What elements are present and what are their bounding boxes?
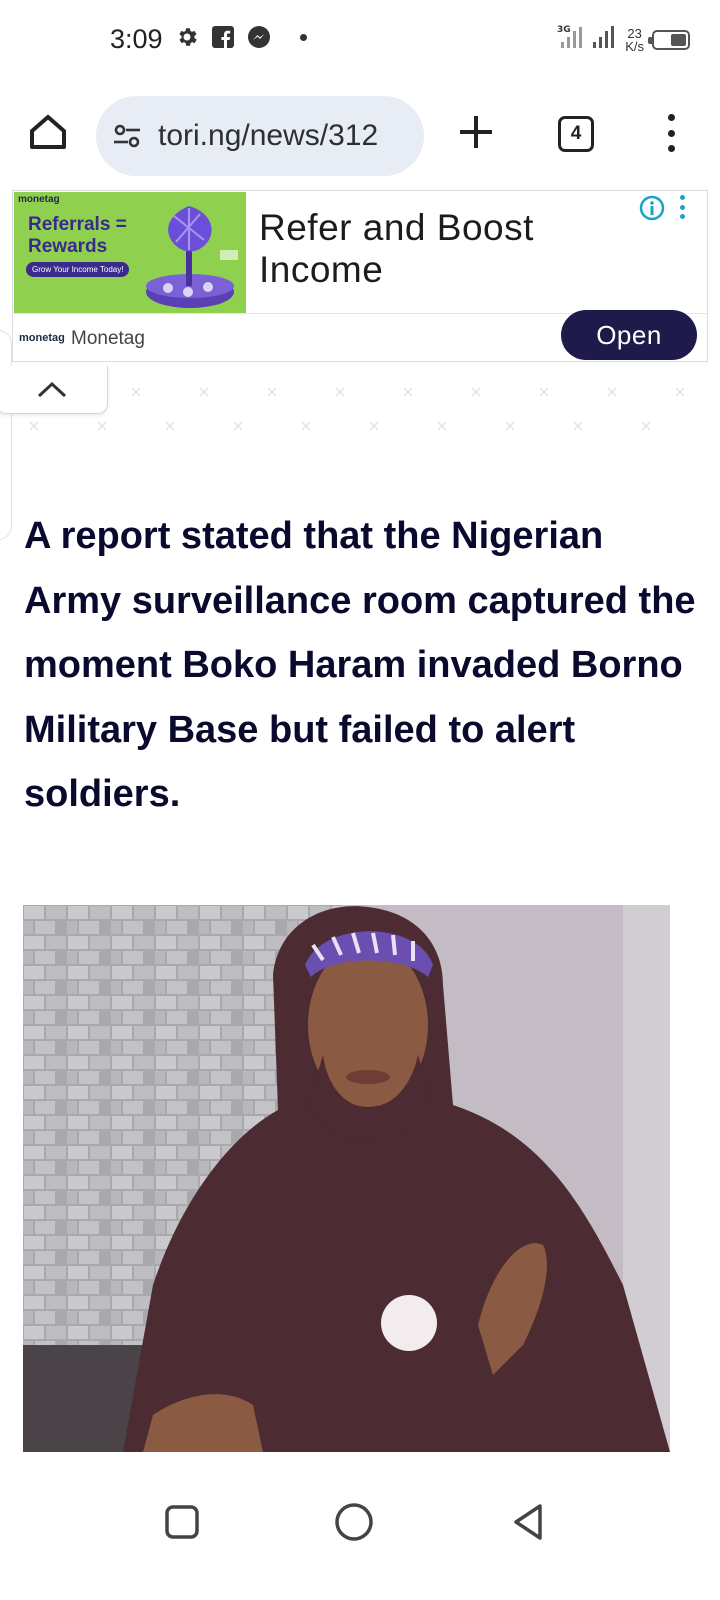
pattern-mark bbox=[301, 421, 311, 431]
article-headline: A report stated that the Nigerian Army s… bbox=[24, 515, 696, 815]
more-vert-icon[interactable] bbox=[656, 108, 686, 158]
pattern-mark bbox=[607, 387, 617, 397]
pattern-mark bbox=[267, 387, 277, 397]
ad-footer: monetag Monetag Open bbox=[13, 310, 707, 363]
site-settings-icon[interactable] bbox=[110, 119, 144, 153]
pattern-mark bbox=[335, 387, 345, 397]
tab-switcher-button[interactable]: 4 bbox=[558, 116, 594, 152]
plus-icon bbox=[460, 116, 492, 148]
home-icon bbox=[30, 115, 66, 149]
svg-text:3G: 3G bbox=[557, 25, 571, 35]
status-time: 3:09 bbox=[110, 24, 163, 54]
ad-banner[interactable]: monetag Referrals = Rewards Grow Your In… bbox=[12, 190, 708, 362]
pattern-mark bbox=[471, 387, 481, 397]
decorative-pattern bbox=[29, 387, 685, 431]
home-nav-button[interactable] bbox=[332, 1500, 376, 1544]
home-circle-icon bbox=[335, 1503, 373, 1541]
ad-image-brand: monetag bbox=[18, 194, 60, 205]
recents-icon bbox=[165, 1505, 199, 1539]
ad-options-icon[interactable] bbox=[677, 195, 687, 219]
pattern-mark bbox=[165, 421, 175, 431]
settings-icon bbox=[174, 24, 200, 50]
info-icon[interactable] bbox=[639, 195, 665, 221]
article-photo[interactable] bbox=[23, 905, 670, 1452]
pattern-mark bbox=[131, 387, 141, 397]
browser-toolbar: tori.ng/news/312 4 bbox=[0, 90, 720, 180]
home-button[interactable] bbox=[26, 110, 70, 154]
pattern-mark bbox=[29, 421, 39, 431]
messenger-icon bbox=[246, 24, 272, 50]
ad-headline[interactable]: Refer and Boost Income bbox=[259, 207, 639, 291]
battery-level bbox=[670, 33, 686, 46]
pattern-mark bbox=[233, 421, 243, 431]
pattern-mark bbox=[199, 387, 209, 397]
collapse-ad-button[interactable] bbox=[0, 366, 108, 414]
woman-in-hijab-photo bbox=[23, 905, 670, 1452]
net-speed: 23 K/s bbox=[625, 25, 644, 54]
system-indicators: 3G 23 K/s bbox=[557, 22, 690, 57]
pattern-mark bbox=[97, 421, 107, 431]
new-tab-button[interactable] bbox=[456, 112, 496, 152]
pattern-mark bbox=[369, 421, 379, 431]
pattern-mark bbox=[539, 387, 549, 397]
signal-icon: 3G bbox=[557, 22, 617, 57]
url-text[interactable]: tori.ng/news/312 bbox=[158, 119, 378, 153]
pattern-mark bbox=[641, 421, 651, 431]
money-tree-illustration bbox=[146, 206, 238, 308]
status-bar: 3:09 3G 23 K/s bbox=[0, 0, 720, 80]
more-notifications-dot bbox=[300, 33, 307, 41]
ad-image[interactable]: monetag Referrals = Rewards Grow Your In… bbox=[14, 192, 246, 314]
pattern-mark bbox=[675, 387, 685, 397]
chevron-up-icon bbox=[37, 381, 67, 397]
facebook-icon bbox=[210, 24, 236, 50]
ad-open-button[interactable]: Open bbox=[561, 310, 697, 360]
pattern-mark bbox=[403, 387, 413, 397]
ad-advertiser-name: Monetag bbox=[71, 328, 145, 349]
pattern-mark bbox=[573, 421, 583, 431]
ad-image-title: Referrals = Rewards bbox=[28, 214, 127, 257]
back-icon bbox=[514, 1504, 542, 1540]
system-nav-bar bbox=[0, 1480, 720, 1600]
address-bar[interactable]: tori.ng/news/312 bbox=[96, 96, 424, 176]
back-button[interactable] bbox=[506, 1500, 550, 1544]
ad-footer-logo: monetag bbox=[19, 332, 65, 344]
pattern-mark bbox=[505, 421, 515, 431]
ad-image-cta: Grow Your Income Today! bbox=[26, 262, 130, 277]
pattern-mark bbox=[437, 421, 447, 431]
notification-icons bbox=[174, 24, 307, 50]
recents-button[interactable] bbox=[160, 1500, 204, 1544]
battery-icon bbox=[648, 29, 690, 50]
